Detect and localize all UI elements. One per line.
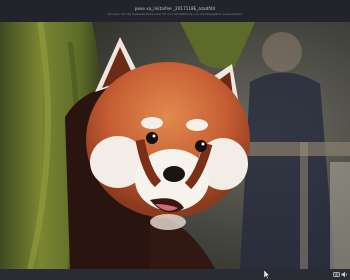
title-bar: pexe xa_linitaifee _2017118E_azadfd4 Drü… xyxy=(0,0,350,22)
image-viewer[interactable] xyxy=(0,22,350,269)
volume-icon[interactable] xyxy=(341,271,348,278)
navigation-hint: Drücken Sie die Esstaste/Taste oder Alt … xyxy=(107,12,243,16)
keyboard-icon[interactable] xyxy=(333,271,340,278)
red-panda-photo xyxy=(0,22,350,269)
status-bar xyxy=(0,269,350,280)
window-title: pexe xa_linitaifee _2017118E_azadfd4 xyxy=(134,6,216,11)
cursor-pointer-icon xyxy=(264,270,270,279)
